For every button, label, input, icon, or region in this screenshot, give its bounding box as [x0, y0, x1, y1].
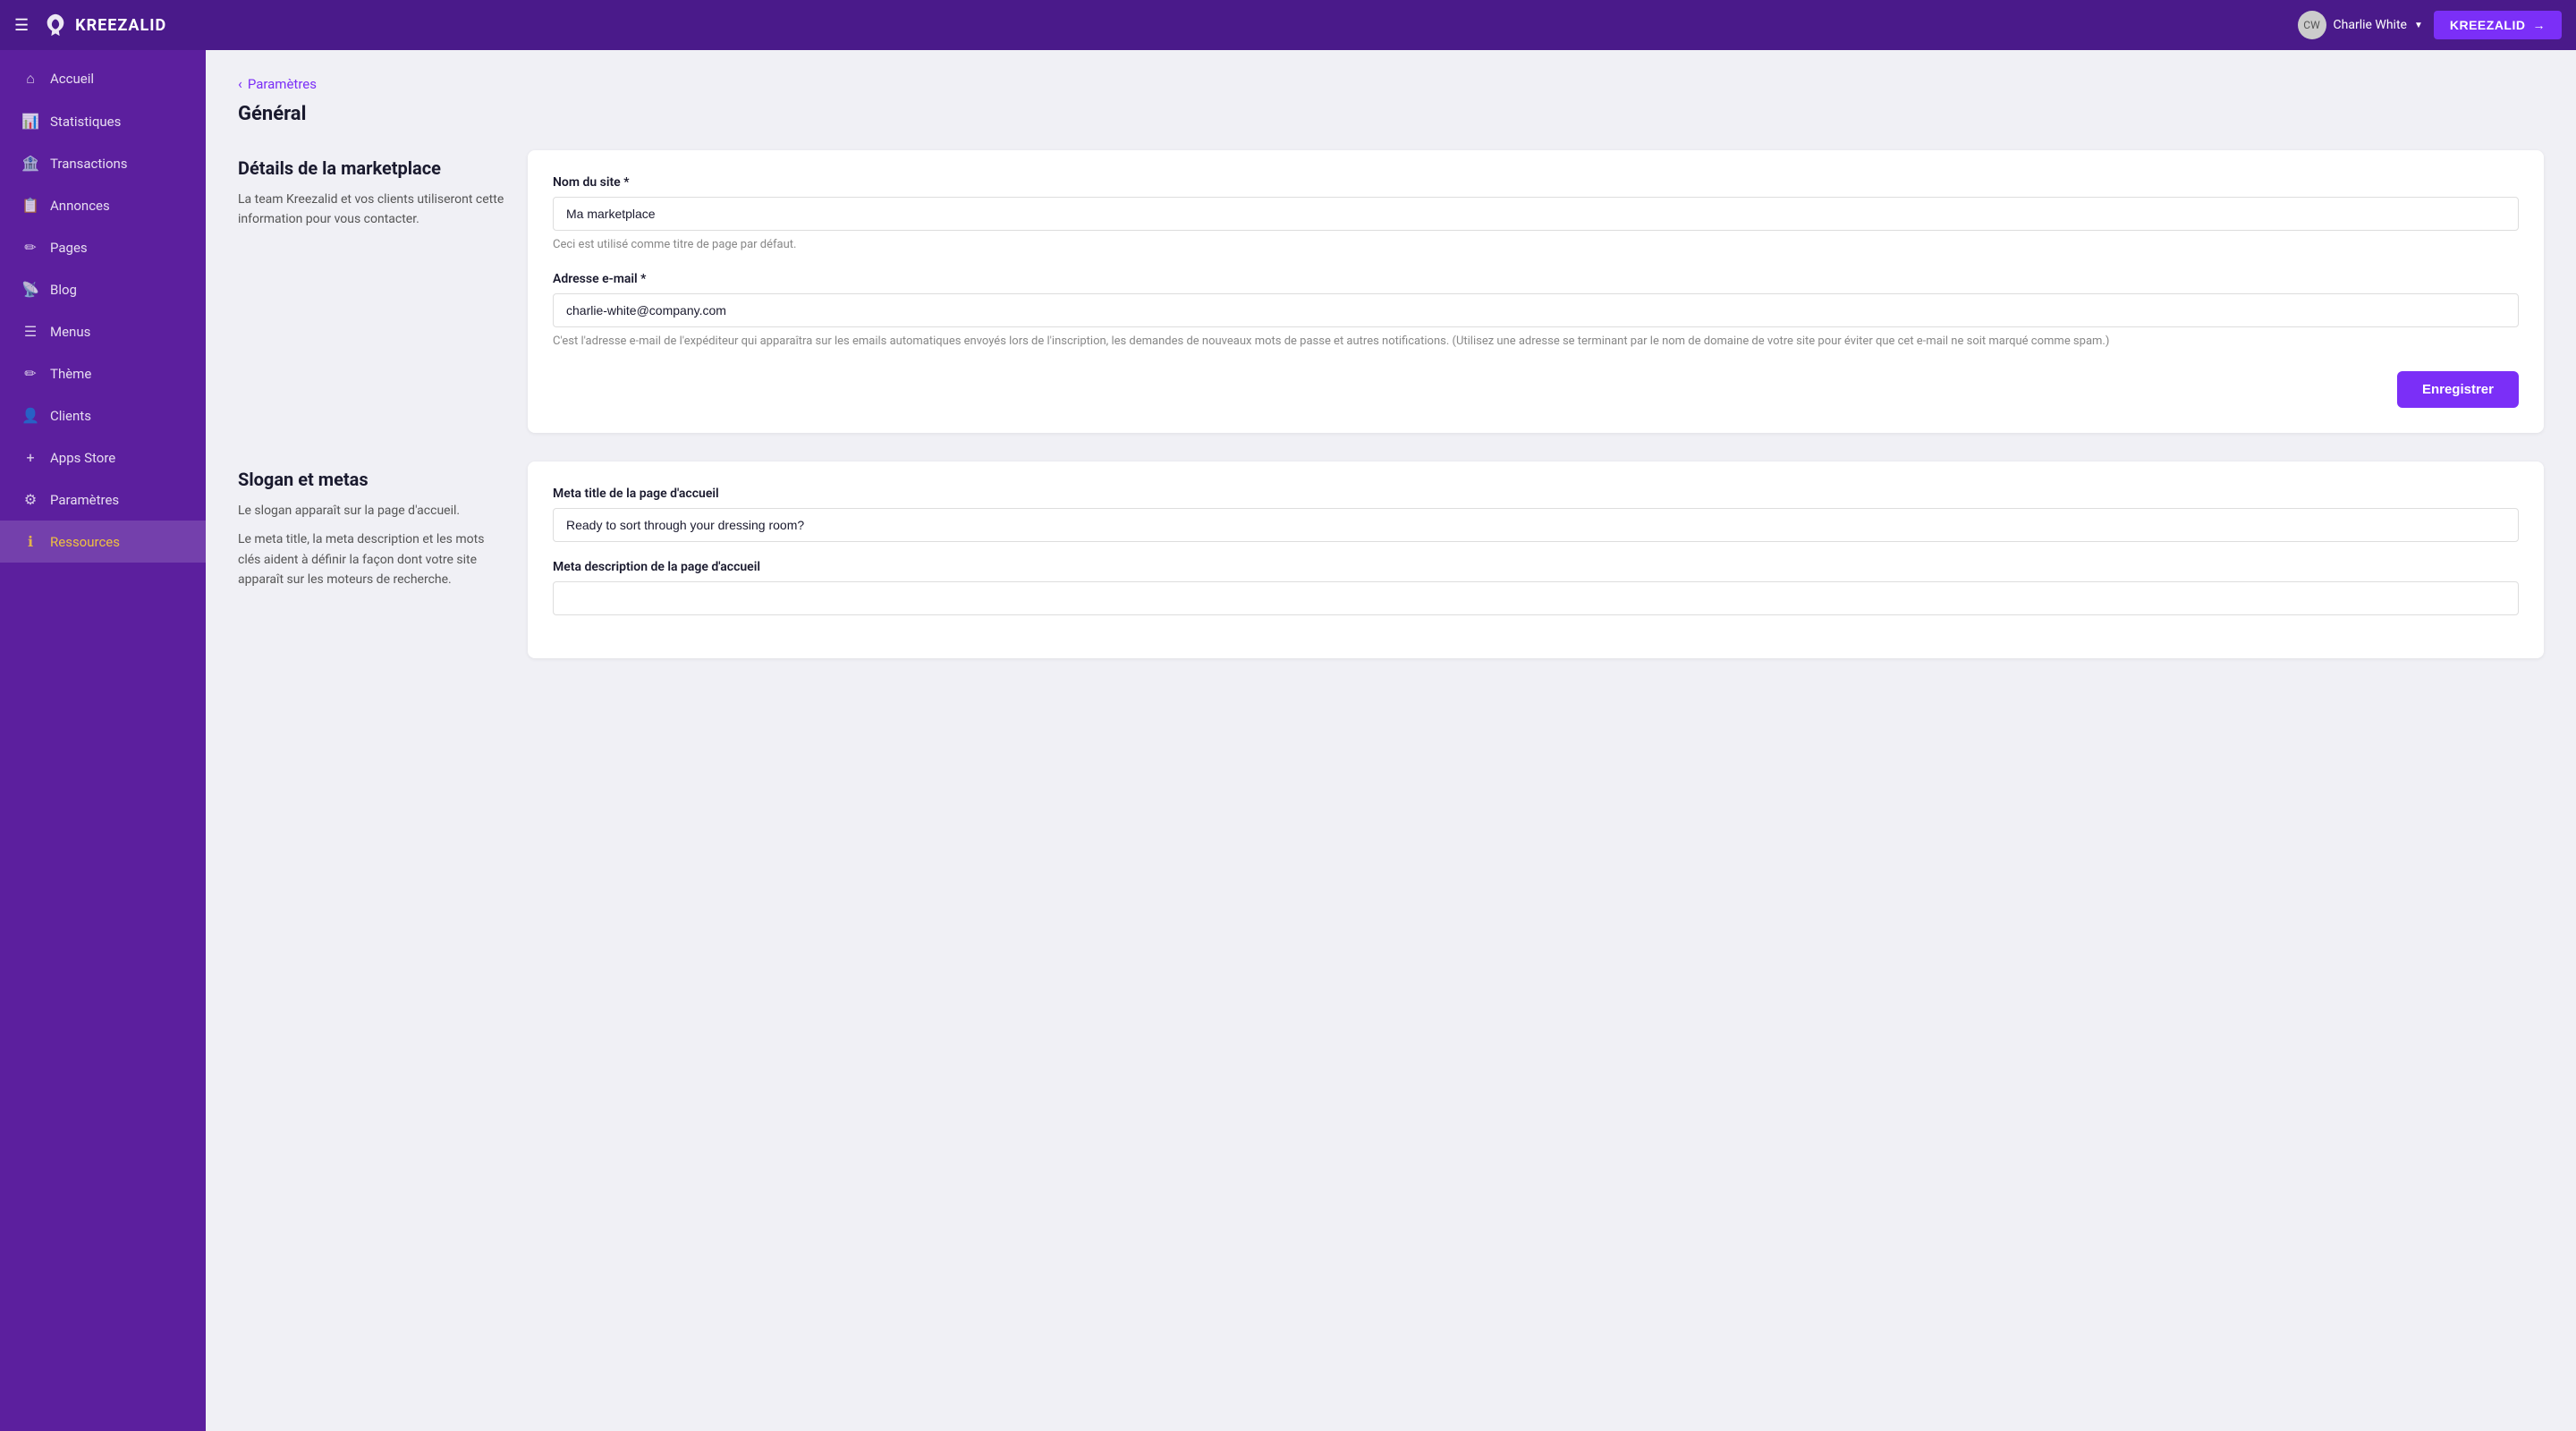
annonces-icon: 📋 [21, 197, 39, 214]
pages-icon: ✏ [21, 239, 39, 256]
hint-site-name: Ceci est utilisé comme titre de page par… [553, 236, 2519, 254]
section-desc-slogan: Slogan et metas Le slogan apparaît sur l… [238, 461, 506, 658]
form-group-site-name: Nom du site * Ceci est utilisé comme tit… [553, 175, 2519, 254]
menus-icon: ☰ [21, 323, 39, 340]
form-group-meta-description: Meta description de la page d'accueil [553, 560, 2519, 615]
sidebar-item-transactions[interactable]: 🏦 Transactions [0, 142, 206, 184]
input-meta-title[interactable] [553, 508, 2519, 542]
sidebar-item-annonces[interactable]: 📋 Annonces [0, 184, 206, 226]
sidebar-label-blog: Blog [50, 282, 77, 298]
sidebar-label-parametres: Paramètres [50, 492, 119, 508]
label-meta-title: Meta title de la page d'accueil [553, 487, 2519, 501]
avatar: CW [2298, 11, 2326, 39]
topbar-right: CW Charlie White ▼ KREEZALID → [2298, 11, 2562, 39]
label-email: Adresse e-mail * [553, 272, 2519, 286]
section-form-slogan: Meta title de la page d'accueil Meta des… [528, 461, 2544, 658]
sidebar-item-parametres[interactable]: ⚙ Paramètres [0, 478, 206, 521]
parametres-icon: ⚙ [21, 491, 39, 508]
sidebar-label-transactions: Transactions [50, 156, 128, 172]
section-form-marketplace: Nom du site * Ceci est utilisé comme tit… [528, 150, 2544, 433]
menu-icon[interactable]: ☰ [14, 16, 29, 35]
home-icon: ⌂ [21, 70, 39, 88]
site-button[interactable]: KREEZALID → [2434, 11, 2562, 39]
site-button-arrow: → [2533, 18, 2546, 32]
caret-down-icon: ▼ [2414, 21, 2423, 30]
input-meta-description[interactable] [553, 581, 2519, 615]
stats-icon: 📊 [21, 113, 39, 130]
sidebar-label-clients: Clients [50, 408, 91, 424]
clients-icon: 👤 [21, 407, 39, 424]
form-group-meta-title: Meta title de la page d'accueil [553, 487, 2519, 542]
input-site-name[interactable] [553, 197, 2519, 231]
sidebar-label-accueil: Accueil [50, 71, 94, 87]
logo-icon [43, 13, 68, 38]
sidebar-item-menus[interactable]: ☰ Menus [0, 310, 206, 352]
section-description-marketplace: La team Kreezalid et vos clients utilise… [238, 190, 506, 230]
transactions-icon: 🏦 [21, 155, 39, 172]
label-site-name: Nom du site * [553, 175, 2519, 190]
form-group-email: Adresse e-mail * C'est l'adresse e-mail … [553, 272, 2519, 351]
page-title: Général [238, 103, 2544, 125]
sidebar-label-apps: Apps Store [50, 450, 115, 466]
apps-icon: + [21, 449, 39, 466]
sidebar-label-annonces: Annonces [50, 198, 110, 214]
topbar: ☰ KREEZALID CW Charlie White ▼ KREEZALID… [0, 0, 2576, 50]
user-name: Charlie White [2334, 18, 2407, 32]
section-desc-p1: Le slogan apparaît sur la page d'accueil… [238, 501, 506, 521]
sidebar-item-blog[interactable]: 📡 Blog [0, 268, 206, 310]
section-desc-p2: Le meta title, la meta description et le… [238, 529, 506, 589]
topbar-left: ☰ KREEZALID [14, 13, 166, 38]
save-button[interactable]: Enregistrer [2397, 371, 2519, 408]
sidebar-label-theme: Thème [50, 366, 91, 382]
site-button-label: KREEZALID [2450, 18, 2526, 32]
hint-email: C'est l'adresse e-mail de l'expéditeur q… [553, 333, 2519, 351]
breadcrumb-label: Paramètres [248, 76, 317, 92]
blog-icon: 📡 [21, 281, 39, 298]
label-meta-description: Meta description de la page d'accueil [553, 560, 2519, 574]
sidebar-item-apps-store[interactable]: + Apps Store [0, 436, 206, 478]
input-email[interactable] [553, 293, 2519, 327]
section-heading-marketplace: Détails de la marketplace [238, 157, 506, 179]
form-actions-marketplace: Enregistrer [553, 371, 2519, 408]
sidebar-item-ressources[interactable]: ℹ Ressources [0, 521, 206, 563]
sidebar-label-ressources: Ressources [50, 534, 120, 550]
sidebar-item-pages[interactable]: ✏ Pages [0, 226, 206, 268]
sidebar-item-accueil[interactable]: ⌂ Accueil [0, 57, 206, 100]
sidebar-item-clients[interactable]: 👤 Clients [0, 394, 206, 436]
theme-icon: ✏ [21, 365, 39, 382]
topbar-logo: KREEZALID [43, 13, 166, 38]
sidebar-label-menus: Menus [50, 324, 90, 340]
section-heading-slogan: Slogan et metas [238, 469, 506, 490]
sidebar-item-theme[interactable]: ✏ Thème [0, 352, 206, 394]
sidebar-item-statistiques[interactable]: 📊 Statistiques [0, 100, 206, 142]
section-slogan: Slogan et metas Le slogan apparaît sur l… [238, 461, 2544, 658]
breadcrumb-arrow-icon: ‹ [238, 75, 242, 92]
main-content: ‹ Paramètres Général Détails de la marke… [206, 50, 2576, 1431]
sidebar-label-statistiques: Statistiques [50, 114, 121, 130]
user-menu[interactable]: CW Charlie White ▼ [2298, 11, 2423, 39]
section-marketplace: Détails de la marketplace La team Kreeza… [238, 150, 2544, 433]
ressources-icon: ℹ [21, 533, 39, 550]
sidebar-label-pages: Pages [50, 240, 88, 256]
section-desc-marketplace: Détails de la marketplace La team Kreeza… [238, 150, 506, 433]
breadcrumb[interactable]: ‹ Paramètres [238, 75, 2544, 92]
logo-text: KREEZALID [75, 16, 166, 35]
sidebar: ⌂ Accueil 📊 Statistiques 🏦 Transactions … [0, 50, 206, 1431]
layout: ⌂ Accueil 📊 Statistiques 🏦 Transactions … [0, 50, 2576, 1431]
